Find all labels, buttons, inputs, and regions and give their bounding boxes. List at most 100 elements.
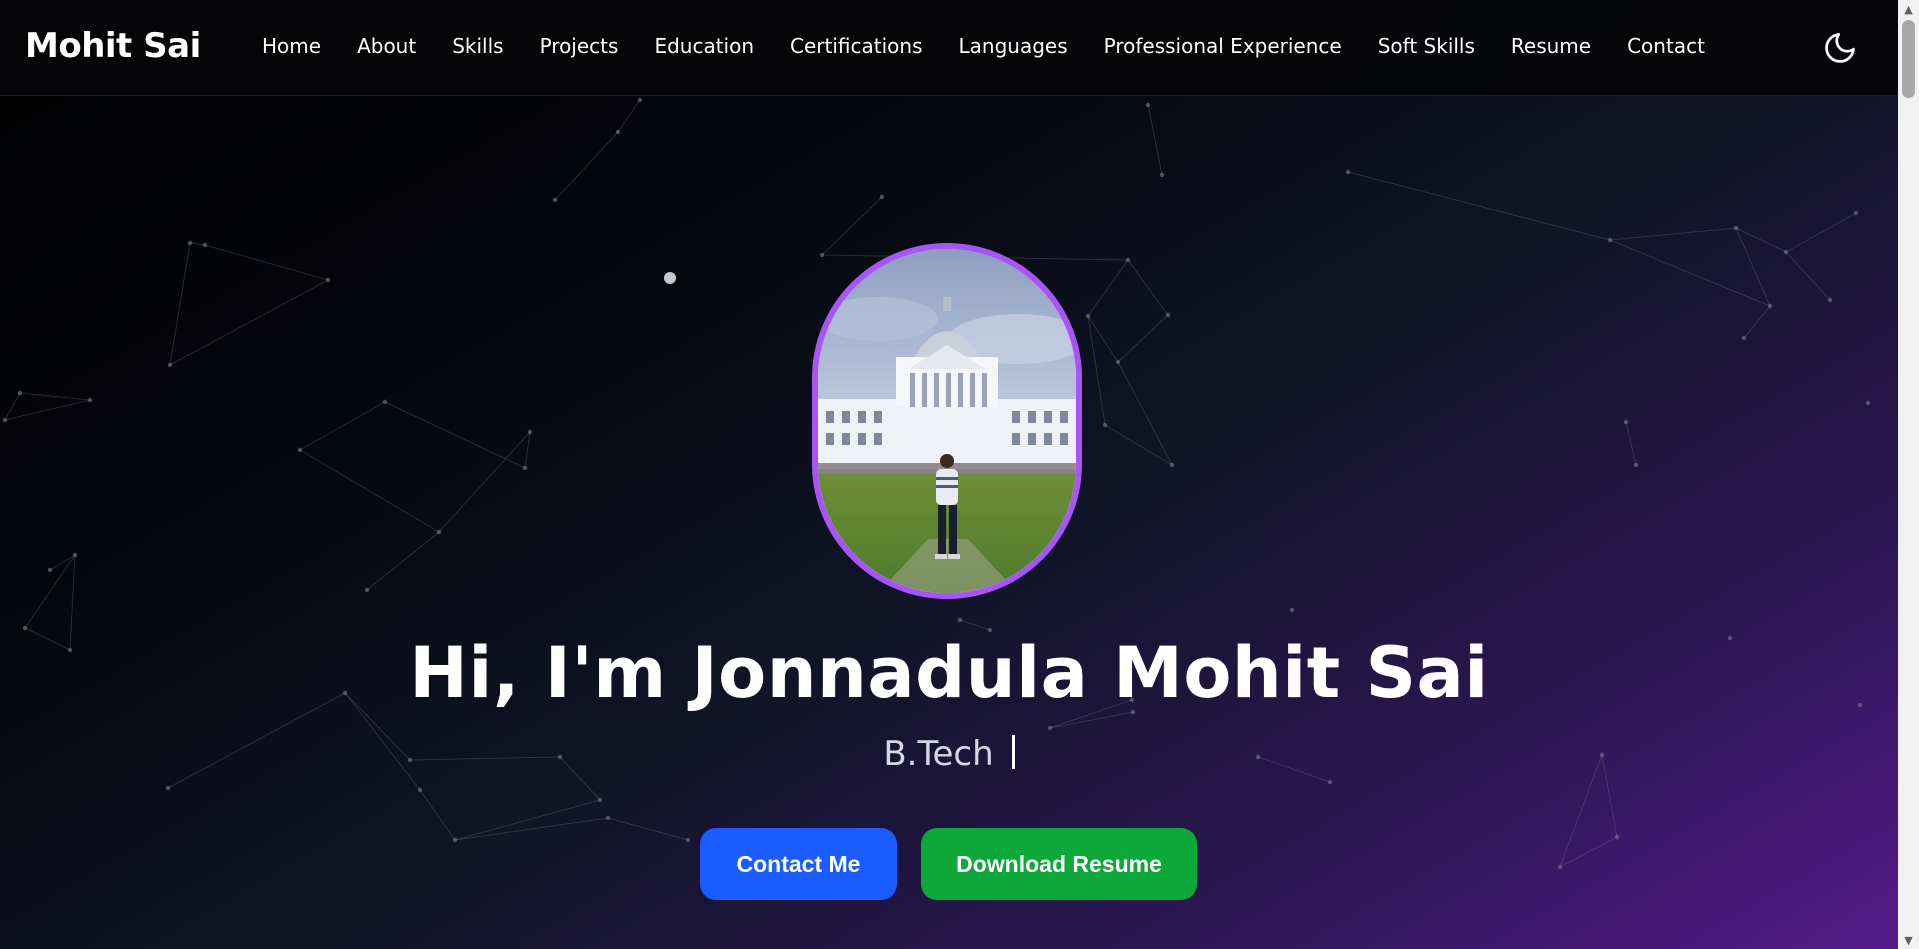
network-node <box>1827 297 1833 303</box>
network-node <box>325 277 331 283</box>
network-line <box>1559 836 1618 868</box>
scroll-up-arrow-icon[interactable]: ▲ <box>1898 0 1919 18</box>
typing-cursor <box>1011 735 1015 769</box>
nav-link-professional-experience[interactable]: Professional Experience <box>1104 34 1342 58</box>
network-line <box>299 401 386 451</box>
network-node <box>22 625 28 631</box>
network-line <box>1347 171 1611 241</box>
network-node <box>1047 725 1053 731</box>
network-line <box>821 196 883 256</box>
network-line <box>1743 305 1771 339</box>
network-line <box>438 431 531 533</box>
network-node <box>1557 864 1563 870</box>
network-node <box>1159 172 1165 178</box>
network-node <box>1102 422 1108 428</box>
network-node <box>1767 303 1773 309</box>
scrollbar-thumb[interactable] <box>1902 20 1915 98</box>
network-line <box>366 531 440 591</box>
network-node <box>1145 102 1151 108</box>
network-node <box>1125 257 1131 263</box>
network-line <box>1087 259 1129 317</box>
nav-links: Home About Skills Projects Education Cer… <box>244 34 1723 58</box>
network-node <box>202 242 208 248</box>
network-node <box>1115 359 1121 365</box>
download-resume-button[interactable]: Download Resume <box>921 828 1197 900</box>
network-node <box>819 252 825 258</box>
network-node <box>1289 607 1295 613</box>
network-line <box>1735 227 1787 253</box>
network-node <box>1865 400 1871 406</box>
nav-link-home[interactable]: Home <box>262 34 321 58</box>
network-node <box>637 97 643 103</box>
network-node <box>187 240 193 246</box>
network-node <box>1623 419 1629 425</box>
brand-logo[interactable]: Mohit Sai <box>25 26 201 66</box>
hero-subtitle: B.Tech <box>0 734 1898 774</box>
nav-link-projects[interactable]: Projects <box>540 34 619 58</box>
network-node <box>527 429 533 435</box>
network-line <box>1147 104 1163 176</box>
network-node <box>382 399 388 405</box>
network-line <box>1127 259 1169 316</box>
network-node <box>436 529 442 535</box>
network-line <box>24 554 76 629</box>
network-node <box>1327 779 1333 785</box>
network-line <box>299 449 440 533</box>
network-line <box>1117 361 1173 466</box>
nav-link-languages[interactable]: Languages <box>959 34 1068 58</box>
network-node <box>1165 312 1171 318</box>
network-line <box>204 244 329 281</box>
network-line <box>607 817 689 841</box>
network-node <box>879 194 885 200</box>
network-line <box>4 392 21 421</box>
network-node <box>2 417 8 423</box>
network-node <box>364 587 370 593</box>
nav-link-education[interactable]: Education <box>654 34 754 58</box>
nav-link-contact[interactable]: Contact <box>1627 34 1705 58</box>
network-node <box>1085 313 1091 319</box>
profile-photo <box>812 243 1082 599</box>
network-line <box>1049 711 1134 729</box>
network-line <box>454 799 601 841</box>
network-line <box>169 242 191 366</box>
network-node <box>17 390 23 396</box>
network-line <box>19 392 91 401</box>
nav-link-soft-skills[interactable]: Soft Skills <box>1378 34 1475 58</box>
network-node <box>685 837 691 843</box>
nav-link-certifications[interactable]: Certifications <box>790 34 922 58</box>
typed-role-text: B.Tech <box>883 734 994 774</box>
network-line <box>169 279 329 366</box>
network-node <box>605 815 611 821</box>
nav-link-resume[interactable]: Resume <box>1511 34 1591 58</box>
moon-icon[interactable] <box>1822 30 1858 66</box>
network-line <box>1087 315 1119 363</box>
network-line <box>4 399 91 421</box>
network-line <box>1625 421 1637 466</box>
vertical-scrollbar[interactable]: ▲ ▼ <box>1898 0 1919 949</box>
network-node <box>1741 335 1747 341</box>
nav-link-skills[interactable]: Skills <box>452 34 503 58</box>
network-line <box>419 789 456 841</box>
network-node <box>1633 462 1639 468</box>
hero-section: Mohit Sai Home About Skills Projects Edu… <box>0 0 1898 949</box>
network-line <box>1087 315 1106 426</box>
navbar: Mohit Sai Home About Skills Projects Edu… <box>0 0 1898 96</box>
nav-link-about[interactable]: About <box>357 34 416 58</box>
hero-title: Hi, I'm Jonnadula Mohit Sai <box>409 632 1489 714</box>
network-node <box>417 787 423 793</box>
network-node <box>87 397 93 403</box>
network-line <box>454 817 609 841</box>
network-node <box>615 129 621 135</box>
scroll-down-arrow-icon[interactable]: ▼ <box>1898 931 1919 949</box>
network-node <box>1607 237 1613 243</box>
network-line <box>617 99 641 133</box>
network-node <box>522 465 528 471</box>
network-node <box>957 617 963 623</box>
network-node <box>165 785 171 791</box>
network-line <box>959 619 991 631</box>
network-node <box>1345 169 1351 175</box>
network-line <box>1785 251 1831 301</box>
network-node <box>297 447 303 453</box>
network-line <box>1609 227 1737 241</box>
contact-me-button[interactable]: Contact Me <box>700 828 897 900</box>
